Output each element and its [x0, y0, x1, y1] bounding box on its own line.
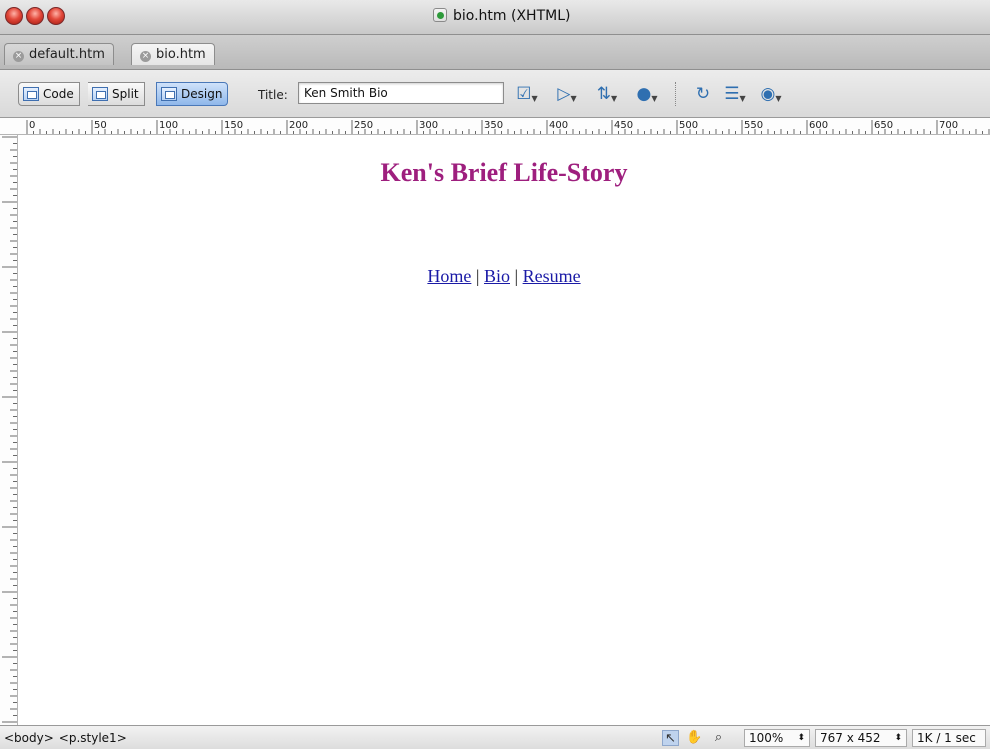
document-tab-bar: × default.htm × bio.htm: [0, 35, 990, 70]
window-title: bio.htm (XHTML): [433, 8, 570, 24]
vertical-ruler-graphic: [2, 136, 17, 723]
zoom-value: 100%: [749, 731, 784, 745]
zoom-select[interactable]: 100% ⬍: [744, 729, 810, 747]
bio-link[interactable]: Bio: [484, 266, 510, 286]
split-view-icon: [92, 87, 108, 101]
title-label: Title:: [258, 88, 288, 102]
debug-icon[interactable]: ▷▼: [554, 83, 580, 105]
ruler-label: 0: [29, 120, 35, 131]
code-view-icon: [23, 87, 39, 101]
split-view-button[interactable]: Split: [88, 82, 145, 106]
nav-separator: |: [475, 266, 480, 286]
zoom-stepper-icon: ⬍: [797, 733, 805, 743]
page-heading: Ken's Brief Life-Story: [380, 158, 628, 187]
document-icon: [433, 8, 447, 22]
status-bar: <body> <p.style1> ↖ ✋ ⌕ 100% ⬍ 767 x 452 ⬍ …: [0, 725, 990, 749]
select-tool-icon[interactable]: ↖: [662, 730, 679, 746]
download-stats-value: 1K / 1 sec: [917, 731, 976, 745]
validate-icon[interactable]: ☑▼: [514, 83, 540, 105]
window-size-stepper-icon: ⬍: [894, 733, 902, 743]
split-view-label: Split: [112, 87, 139, 101]
window-title-text: bio.htm (XHTML): [453, 8, 571, 24]
tag-p-style1[interactable]: <p.style1>: [59, 731, 127, 745]
ruler-label: 550: [744, 120, 763, 131]
ruler-label: 250: [354, 120, 373, 131]
close-tab-icon[interactable]: ×: [13, 51, 24, 62]
hand-tool-icon[interactable]: ✋: [686, 730, 703, 746]
vertical-ruler: [0, 135, 18, 725]
window-size-value: 767 x 452: [820, 731, 881, 745]
ruler-label: 650: [874, 120, 893, 131]
download-stats: 1K / 1 sec: [912, 729, 986, 747]
design-view-canvas[interactable]: Ken's Brief Life-Story Home | Bio | Resu…: [18, 136, 990, 725]
tab-label: bio.htm: [156, 47, 206, 62]
document-toolbar: Code Split Design Title: ☑▼ ▷▼ ⇅▼ ●▼ ↻ ☰…: [0, 70, 990, 118]
ruler-label: 400: [549, 120, 568, 131]
view-options-icon[interactable]: ☰▼: [722, 83, 748, 105]
zoom-window-button[interactable]: [47, 7, 65, 25]
tab-label: default.htm: [29, 47, 105, 62]
ruler-label: 150: [224, 120, 243, 131]
tab-bio-htm[interactable]: × bio.htm: [131, 43, 215, 65]
visual-aids-icon[interactable]: ◉▼: [758, 83, 784, 105]
code-view-button[interactable]: Code: [18, 82, 80, 106]
close-window-button[interactable]: [5, 7, 23, 25]
ruler-label: 50: [94, 120, 107, 131]
nav-separator: |: [514, 266, 519, 286]
horizontal-ruler-graphic: 0 50 100 150 200 250 300 350 400 450 500 550 600 650 7…: [26, 120, 990, 134]
page-title-input[interactable]: [298, 82, 504, 104]
toolbar-divider: [675, 82, 676, 106]
resume-link[interactable]: Resume: [523, 266, 581, 286]
ruler-label: 300: [419, 120, 438, 131]
home-link[interactable]: Home: [427, 266, 471, 286]
design-view-button[interactable]: Design: [156, 82, 229, 106]
nav-links: Home | Bio | Resume: [18, 266, 990, 287]
tab-default-htm[interactable]: × default.htm: [4, 43, 114, 65]
preview-browser-icon[interactable]: ●▼: [634, 83, 660, 105]
ruler-label: 100: [159, 120, 178, 131]
design-view-label: Design: [181, 87, 223, 101]
ruler-label: 600: [809, 120, 828, 131]
file-transfer-icon[interactable]: ⇅▼: [594, 83, 620, 105]
horizontal-ruler: 0 50 100 150 200 250 300 350 400 450 500 550 600 650 7…: [0, 118, 990, 135]
close-tab-icon[interactable]: ×: [140, 51, 151, 62]
ruler-label: 350: [484, 120, 503, 131]
window-size-select[interactable]: 767 x 452 ⬍: [815, 729, 907, 747]
minimize-window-button[interactable]: [26, 7, 44, 25]
tag-selector: <body> <p.style1>: [4, 731, 132, 745]
refresh-icon[interactable]: ↻: [690, 83, 716, 105]
ruler-label: 200: [289, 120, 308, 131]
ruler-label: 500: [679, 120, 698, 131]
ruler-label: 700: [939, 120, 958, 131]
zoom-tool-icon[interactable]: ⌕: [710, 730, 727, 746]
ruler-label: 450: [614, 120, 633, 131]
window-title-bar: bio.htm (XHTML): [0, 0, 990, 35]
code-view-label: Code: [43, 87, 74, 101]
tag-body[interactable]: <body>: [4, 731, 54, 745]
design-view-icon: [161, 87, 177, 101]
